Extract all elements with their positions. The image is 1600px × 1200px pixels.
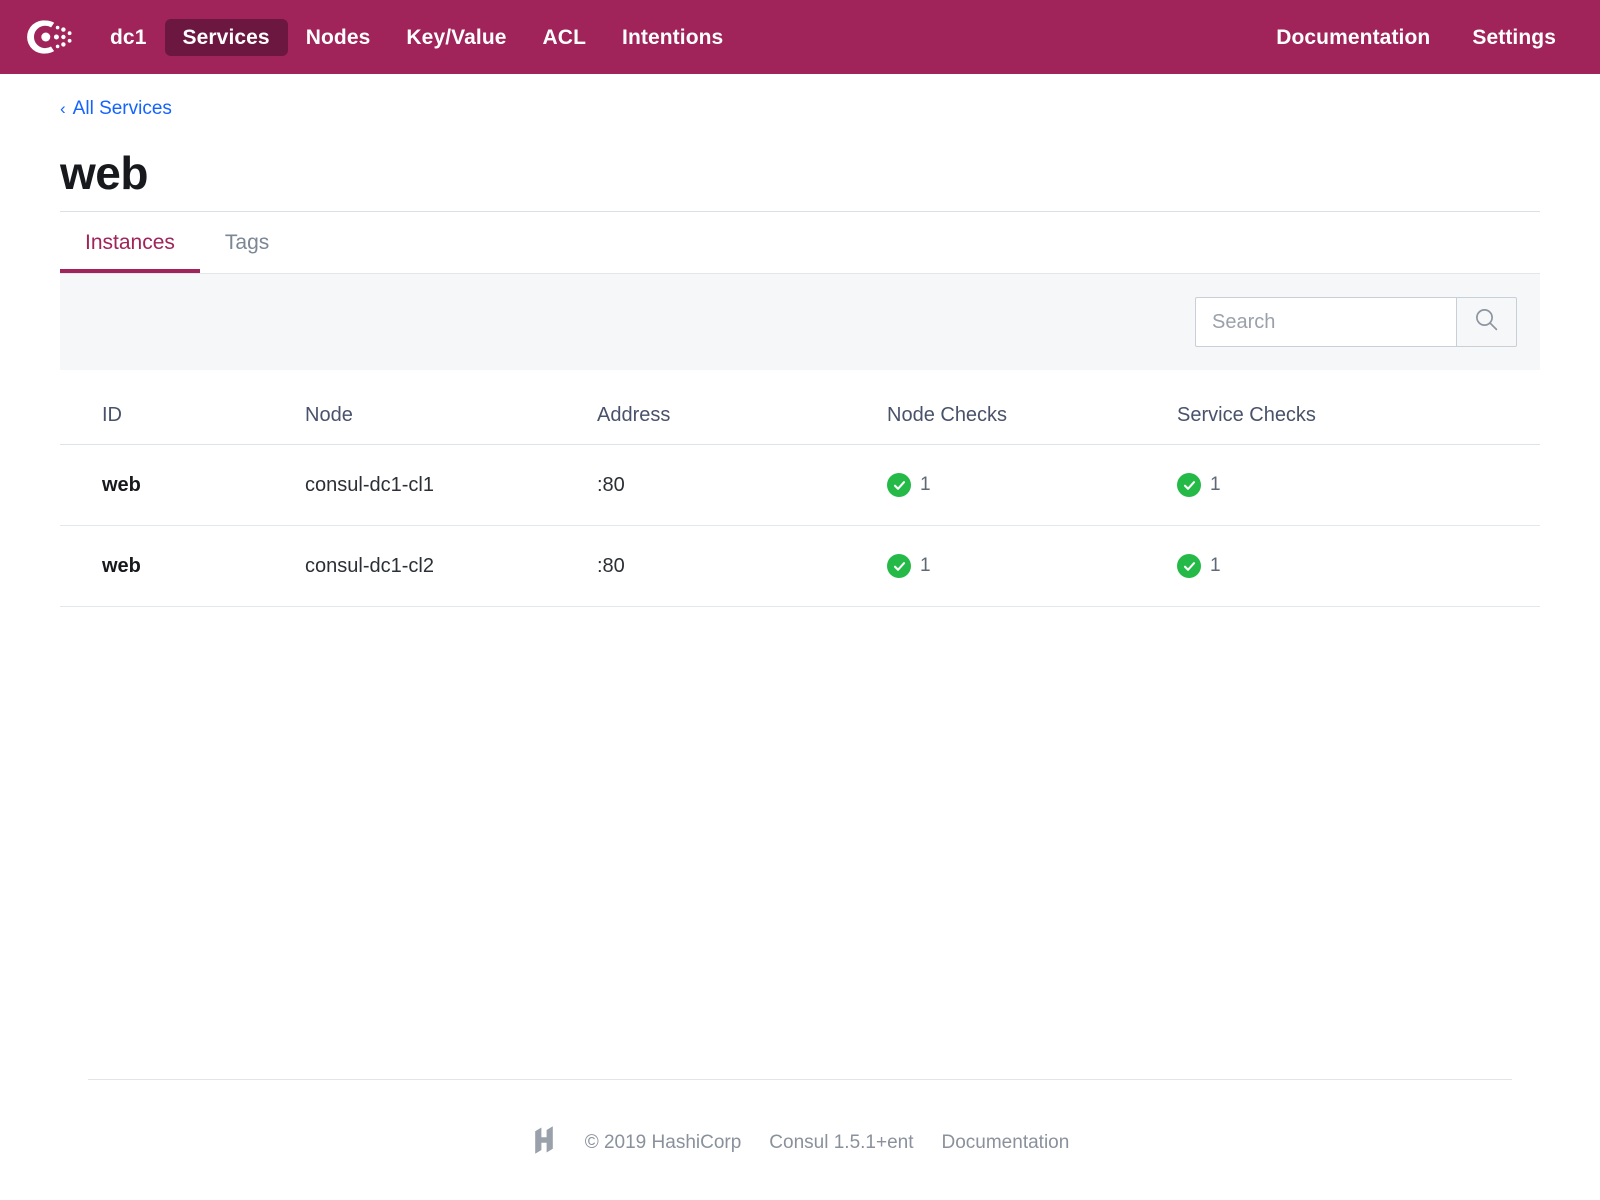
hashicorp-logo-icon bbox=[531, 1125, 557, 1160]
main-content: ‹ All Services web Instances Tags Search… bbox=[0, 74, 1600, 1200]
footer-copyright: © 2019 HashiCorp bbox=[584, 1131, 742, 1153]
column-header-node: Node bbox=[305, 370, 597, 446]
search-input[interactable] bbox=[1195, 297, 1456, 348]
table-row[interactable]: web consul-dc1-cl2 :80 1 1 bbox=[60, 525, 1540, 608]
main-navbar: dc1 Services Nodes Key/Value ACL Intenti… bbox=[0, 0, 1600, 74]
table-header-row: ID Node Address Node Checks Service Chec… bbox=[60, 370, 1540, 446]
cell-service-checks: 1 bbox=[1177, 525, 1540, 608]
node-checks-count: 1 bbox=[920, 474, 931, 496]
cell-node: consul-dc1-cl1 bbox=[305, 444, 597, 527]
nav-item-acl[interactable]: ACL bbox=[525, 19, 604, 56]
nav-datacenter-dc1[interactable]: dc1 bbox=[92, 19, 165, 56]
check-circle-icon bbox=[887, 554, 911, 579]
service-checks-count: 1 bbox=[1210, 474, 1221, 496]
column-header-address: Address bbox=[597, 370, 887, 446]
nav-item-services[interactable]: Services bbox=[164, 18, 288, 56]
column-header-node-checks: Node Checks bbox=[887, 370, 1177, 446]
footer-documentation-link[interactable]: Documentation bbox=[942, 1132, 1070, 1154]
cell-node: consul-dc1-cl2 bbox=[305, 525, 597, 608]
nav-item-nodes[interactable]: Nodes bbox=[288, 19, 389, 56]
tab-tags[interactable]: Tags bbox=[200, 212, 294, 273]
nav-item-settings[interactable]: Settings bbox=[1460, 19, 1568, 56]
node-checks-status: 1 bbox=[887, 554, 1177, 579]
cell-address: :80 bbox=[597, 525, 887, 608]
footer-wrapper: © 2019 HashiCorp Consul 1.5.1+ent Docume… bbox=[60, 1079, 1540, 1200]
tab-instances[interactable]: Instances bbox=[60, 212, 200, 274]
nav-item-intentions[interactable]: Intentions bbox=[604, 19, 741, 56]
service-checks-status: 1 bbox=[1177, 554, 1540, 579]
service-checks-count: 1 bbox=[1210, 555, 1221, 577]
search-group bbox=[1195, 297, 1517, 348]
search-button[interactable] bbox=[1456, 297, 1517, 348]
instance-id-link[interactable]: web bbox=[102, 474, 141, 496]
navbar-left-group: dc1 Services Nodes Key/Value ACL Intenti… bbox=[22, 13, 741, 61]
node-checks-status: 1 bbox=[887, 473, 1177, 498]
nav-item-key-value[interactable]: Key/Value bbox=[388, 19, 524, 56]
breadcrumb-all-services[interactable]: ‹ All Services bbox=[60, 98, 172, 120]
column-header-id: ID bbox=[60, 370, 305, 446]
instance-id-link[interactable]: web bbox=[102, 555, 141, 577]
cell-node-checks: 1 bbox=[887, 444, 1177, 527]
table-body: web consul-dc1-cl1 :80 1 1 web consul-dc… bbox=[60, 444, 1540, 608]
breadcrumb-label: All Services bbox=[72, 98, 172, 119]
footer-version: Consul 1.5.1+ent bbox=[769, 1131, 914, 1153]
service-checks-status: 1 bbox=[1177, 473, 1540, 498]
cell-service-checks: 1 bbox=[1177, 444, 1540, 527]
tab-bar: Instances Tags bbox=[60, 212, 1540, 274]
check-circle-icon bbox=[1177, 554, 1201, 579]
page-title: web bbox=[60, 149, 1540, 213]
app-root: dc1 Services Nodes Key/Value ACL Intenti… bbox=[0, 0, 1600, 1200]
cell-id: web bbox=[60, 444, 305, 527]
check-circle-icon bbox=[1177, 473, 1201, 498]
check-circle-icon bbox=[887, 473, 911, 498]
cell-node-checks: 1 bbox=[887, 525, 1177, 608]
table-row[interactable]: web consul-dc1-cl1 :80 1 1 bbox=[60, 444, 1540, 527]
cell-id: web bbox=[60, 525, 305, 608]
table-header: ID Node Address Node Checks Service Chec… bbox=[60, 370, 1540, 446]
consul-logo-icon[interactable] bbox=[22, 13, 78, 61]
page-footer: © 2019 HashiCorp Consul 1.5.1+ent Docume… bbox=[60, 1080, 1540, 1200]
navbar-right-group: Documentation Settings bbox=[1264, 19, 1576, 56]
instances-table: ID Node Address Node Checks Service Chec… bbox=[60, 370, 1540, 608]
search-icon bbox=[1473, 306, 1500, 338]
column-header-service-checks: Service Checks bbox=[1177, 370, 1540, 446]
filter-toolbar bbox=[60, 273, 1540, 371]
node-checks-count: 1 bbox=[920, 555, 931, 577]
chevron-left-icon: ‹ bbox=[60, 98, 66, 118]
cell-address: :80 bbox=[597, 444, 887, 527]
nav-item-documentation[interactable]: Documentation bbox=[1264, 19, 1442, 56]
